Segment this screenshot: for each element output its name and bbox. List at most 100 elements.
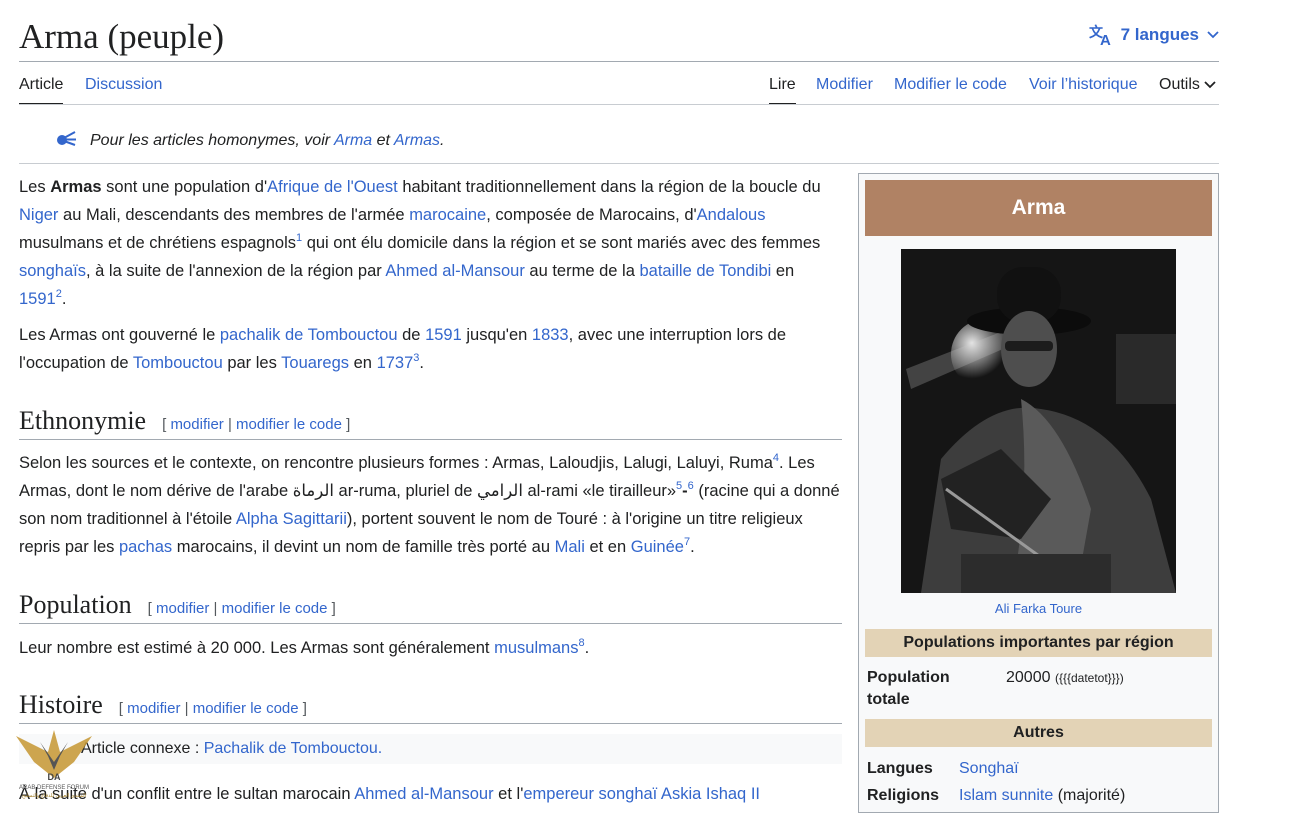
article-link[interactable]: Niger [19, 206, 58, 224]
separator: | [180, 700, 193, 717]
text-run: marocains, il devint un nom de famille t… [172, 538, 555, 556]
hatnote-middle: et [372, 131, 394, 149]
edit-section-link[interactable]: modifier [170, 416, 223, 433]
text-run: habitant traditionnellement dans la régi… [397, 178, 821, 196]
histoire-section: À la suite d'un conflit entre le sultan … [19, 780, 845, 808]
article-link[interactable]: pachalik de Tombouctou [220, 326, 398, 344]
intro-paragraph-1: Les Armas sont une population d'Afrique … [19, 173, 845, 313]
bold-text: Armas [50, 178, 102, 196]
text-run: . [61, 290, 67, 308]
infobox-section-regions: Populations importantes par région [865, 629, 1212, 657]
caption-link[interactable]: Ali Farka Toure [995, 601, 1082, 616]
bracket-close: ] [327, 600, 336, 617]
article-link[interactable]: marocaine [409, 206, 486, 224]
religion-note: (majorité) [1053, 787, 1126, 804]
article-link[interactable]: 1833 [532, 326, 569, 344]
article-link[interactable]: Andalous [697, 206, 766, 224]
edit-source-section-link[interactable]: modifier le code [222, 600, 328, 617]
hatnote-divider [19, 163, 1219, 164]
hatnote-link-armas[interactable]: Armas [394, 132, 440, 149]
tools-menu[interactable]: Outils [1159, 75, 1216, 103]
article-link[interactable]: Ahmed al-Mansour [385, 262, 524, 280]
intro-paragraph-2: Les Armas ont gouverné le pachalik de To… [19, 321, 845, 377]
text-run: par les [222, 354, 282, 372]
hatnote: Pour les articles homonymes, voir Arma e… [54, 129, 445, 152]
text-run: , composée de Marocains, d' [486, 206, 697, 224]
article-link[interactable]: 1737 [377, 354, 414, 372]
article-link[interactable]: empereur songhaï Askia Ishaq II [523, 785, 760, 803]
article-link[interactable]: Guinée [631, 538, 684, 556]
article-link[interactable]: bataille de Tondibi [639, 262, 771, 280]
bracket-close: ] [298, 700, 307, 717]
article-link[interactable]: musulmans [494, 639, 578, 657]
text-run: . [419, 354, 425, 372]
edit-source-section-link[interactable]: modifier le code [193, 700, 299, 717]
article-link[interactable]: songhaïs [19, 262, 86, 280]
separator: | [223, 416, 237, 433]
language-link[interactable]: Songhaï [959, 760, 1019, 777]
section-edit-links: [ modifier | modifier le code ] [148, 600, 336, 617]
tab-read[interactable]: Lire [769, 75, 796, 105]
bracket-open: [ [118, 700, 128, 717]
article-link[interactable]: Tombouctou [133, 354, 223, 372]
text-run: Selon les sources et le contexte, on ren… [19, 454, 773, 472]
bracket-open: [ [147, 600, 157, 617]
related-article-note: Article connexe : Pachalik de Tombouctou… [19, 734, 842, 764]
histoire-paragraph: À la suite d'un conflit entre le sultan … [19, 780, 845, 808]
section-heading-ethnonymie: Ethnonymie [ modifier | modifier le code… [19, 405, 842, 440]
hatnote-text: Pour les articles homonymes, voir Arma e… [90, 132, 445, 150]
population-section: Leur nombre est estimé à 20 000. Les Arm… [19, 634, 845, 662]
watermark-line2: المنتدى العربي للدفاع والتسليح [22, 793, 86, 799]
article-link[interactable]: pachas [119, 538, 172, 556]
article-link[interactable]: Touaregs [281, 354, 349, 372]
translate-icon: 文 A [1089, 24, 1113, 46]
tab-article[interactable]: Article [19, 75, 64, 105]
hatnote-link-arma[interactable]: Arma [334, 132, 372, 149]
population-value: 20000 [1006, 669, 1051, 686]
section-title: Histoire [19, 690, 103, 719]
infobox-label-population: Population totale [867, 669, 950, 708]
svg-text:A: A [1100, 32, 1111, 46]
tools-label: Outils [1159, 76, 1200, 93]
tab-history[interactable]: Voir l’historique [1029, 75, 1138, 103]
infobox-value-population: 20000 ({{{datetot}}}) [1006, 667, 1124, 689]
watermark-line1: ARAB DEFENSE FORUM [19, 785, 89, 791]
infobox-photo-caption[interactable]: Ali Farka Toure [859, 601, 1218, 616]
infobox-title: Arma [865, 180, 1212, 236]
section-heading-histoire: Histoire [ modifier | modifier le code ] [19, 689, 842, 724]
language-selector[interactable]: 文 A 7 langues [1089, 24, 1219, 46]
tab-edit[interactable]: Modifier [816, 75, 873, 103]
edit-source-section-link[interactable]: modifier le code [236, 416, 342, 433]
article-link[interactable]: Alpha Sagittarii [236, 510, 347, 528]
disambiguation-icon [54, 129, 78, 152]
ethnonymie-section: Selon les sources et le contexte, on ren… [19, 449, 845, 561]
text-run: au terme de la [524, 262, 640, 280]
hatnote-suffix: . [440, 131, 445, 149]
tab-edit-source[interactable]: Modifier le code [894, 75, 1007, 103]
separator: | [209, 600, 222, 617]
infobox-section-others: Autres [865, 719, 1212, 747]
text-run: sont une population d' [101, 178, 268, 196]
text-run: en [349, 354, 377, 372]
text-run: au Mali, descendants des membres de l'ar… [58, 206, 410, 224]
section-edit-links: [ modifier | modifier le code ] [162, 416, 350, 433]
article-link[interactable]: 1591 [425, 326, 462, 344]
article-link[interactable]: 1591 [19, 290, 56, 308]
article-link[interactable]: Mali [555, 538, 585, 556]
infobox-value-religions: Islam sunnite (majorité) [959, 785, 1125, 807]
tab-discussion[interactable]: Discussion [85, 75, 162, 103]
section-title: Population [19, 590, 132, 619]
article-link[interactable]: Afrique de l'Ouest [267, 178, 398, 196]
infobox-photo[interactable] [901, 249, 1176, 593]
page-title: Arma (peuple) [19, 17, 225, 56]
text-run: , à la suite de l'annexion de la région … [85, 262, 386, 280]
related-article-link[interactable]: Pachalik de Tombouctou. [204, 740, 382, 757]
article-link[interactable]: Ahmed al-Mansour [354, 785, 493, 803]
edit-section-link[interactable]: modifier [127, 700, 180, 717]
svg-text:DA: DA [48, 772, 61, 782]
edit-section-link[interactable]: modifier [156, 600, 209, 617]
religion-link[interactable]: Islam sunnite [959, 787, 1053, 804]
infobox: Arma Ali Farka Toure Populations importa… [858, 173, 1219, 813]
population-paragraph: Leur nombre est estimé à 20 000. Les Arm… [19, 634, 845, 662]
hatnote-prefix: Pour les articles homonymes, voir [90, 131, 334, 149]
